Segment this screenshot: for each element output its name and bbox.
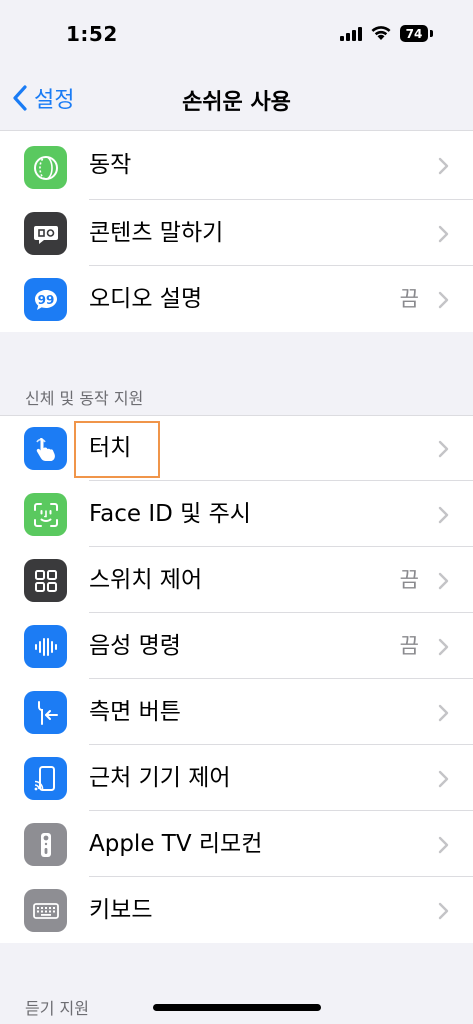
vision-settings-group: 동작 콘텐츠 말하기 99 오디오 설명 끔 <box>0 130 473 332</box>
list-item-label: 근처 기기 제어 <box>89 765 231 791</box>
list-item-audio-description[interactable]: 99 오디오 설명 끔 <box>0 266 473 332</box>
chevron-right-icon <box>438 157 449 175</box>
chevron-right-icon <box>438 291 449 309</box>
voice-control-icon <box>24 625 67 668</box>
list-item-label: 스위치 제어 <box>89 567 203 593</box>
list-item-label: 콘텐츠 말하기 <box>89 220 224 246</box>
chevron-right-icon <box>438 704 449 722</box>
list-item-value: 끔 <box>399 634 419 658</box>
nearby-devices-icon <box>24 757 67 800</box>
list-item-apple-tv-remote[interactable]: Apple TV 리모컨 <box>0 811 473 877</box>
physical-motor-group: 터치 Face ID 및 주시 스위치 제어 끔 음성 명령 끔 측면 버튼 근… <box>0 415 473 943</box>
battery-tip <box>430 30 433 37</box>
wifi-icon <box>371 26 391 40</box>
list-item-voice-control[interactable]: 음성 명령 끔 <box>0 613 473 679</box>
touch-hand-icon <box>24 427 67 470</box>
status-bar: 1:52 74 <box>0 0 473 70</box>
apple-tv-remote-icon <box>24 823 67 866</box>
chevron-right-icon <box>438 506 449 524</box>
list-item-spoken-content[interactable]: 콘텐츠 말하기 <box>0 200 473 266</box>
speech-bubble-icon <box>24 212 67 255</box>
list-item-face-id[interactable]: Face ID 및 주시 <box>0 481 473 547</box>
section-header-physical: 신체 및 동작 지원 <box>25 389 144 408</box>
list-item-label: 키보드 <box>89 897 153 923</box>
face-id-icon <box>24 493 67 536</box>
chevron-right-icon <box>438 572 449 590</box>
chevron-right-icon <box>438 638 449 656</box>
list-item-keyboard[interactable]: 키보드 <box>0 877 473 943</box>
chevron-right-icon <box>438 770 449 788</box>
svg-text:99: 99 <box>37 293 54 307</box>
section-header-hearing: 듣기 지원 <box>25 999 89 1018</box>
cellular-signal-icon <box>340 27 362 41</box>
chevron-right-icon <box>438 902 449 920</box>
list-item-value: 끔 <box>399 568 419 592</box>
list-item-label: 오디오 설명 <box>89 286 203 312</box>
audio-description-icon: 99 <box>24 278 67 321</box>
highlight-annotation-box <box>74 421 160 478</box>
list-item-label: Face ID 및 주시 <box>89 501 251 527</box>
list-item-nearby-devices[interactable]: 근처 기기 제어 <box>0 745 473 811</box>
list-item-side-button[interactable]: 측면 버튼 <box>0 679 473 745</box>
list-item-switch-control[interactable]: 스위치 제어 끔 <box>0 547 473 613</box>
chevron-right-icon <box>438 440 449 458</box>
chevron-right-icon <box>438 836 449 854</box>
page-title: 손쉬운 사용 <box>182 90 291 115</box>
side-button-icon <box>24 691 67 734</box>
list-item-value: 끔 <box>399 287 419 311</box>
navigation-bar: 설정 손쉬운 사용 <box>0 70 473 130</box>
switch-control-icon <box>24 559 67 602</box>
list-item-label: 음성 명령 <box>89 633 181 659</box>
motion-icon <box>24 146 67 189</box>
list-item-label: 동작 <box>89 152 132 178</box>
list-item-label: Apple TV 리모컨 <box>89 831 263 857</box>
list-item-motion[interactable]: 동작 <box>0 130 473 200</box>
keyboard-icon <box>24 889 67 932</box>
battery-icon: 74 <box>400 25 428 42</box>
chevron-right-icon <box>438 225 449 243</box>
list-item-label: 측면 버튼 <box>89 699 181 725</box>
home-indicator[interactable] <box>153 1004 321 1011</box>
status-time: 1:52 <box>66 22 118 46</box>
list-item-touch[interactable]: 터치 <box>0 415 473 481</box>
